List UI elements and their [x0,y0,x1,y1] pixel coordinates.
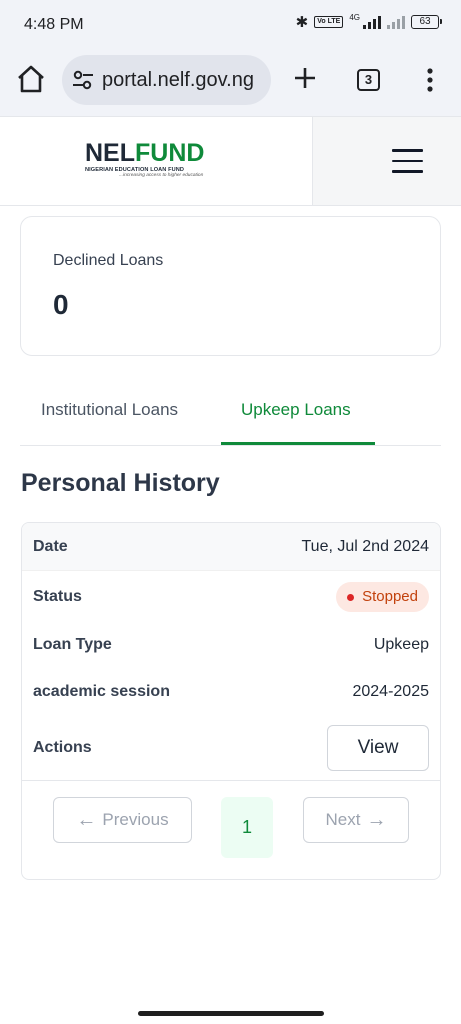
declined-loans-label: Declined Loans [53,252,164,269]
history-row-date: Date Tue, Jul 2nd 2024 [22,523,440,571]
view-button[interactable]: View [327,725,429,771]
status-dot-icon [347,593,355,601]
loan-type-label: Loan Type [33,636,112,653]
tune-icon[interactable] [72,70,94,90]
signal-icon [363,15,381,29]
date-value: Tue, Jul 2nd 2024 [301,538,430,555]
status-time: 4:48 PM [24,16,84,33]
logo-fund: FUND [135,139,205,167]
history-card: Date Tue, Jul 2nd 2024 Status Stopped Lo… [21,522,441,880]
plus-icon[interactable] [290,63,320,93]
previous-label: Previous [102,810,169,829]
declined-loans-value: 0 [53,289,69,320]
next-button[interactable]: Next → [303,797,409,843]
status-icons: ✱ Vo LTE 4G 63 [295,13,442,31]
date-label: Date [33,538,68,555]
pagination: ← Previous 1 Next → [22,781,440,879]
bluetooth-icon: ✱ [295,14,309,31]
active-tab-indicator [221,442,375,445]
network-type: 4G [349,13,360,22]
volte-icon: Vo LTE [314,16,344,28]
site-header: NELFUND NIGERIAN EDUCATION LOAN FUND ...… [0,116,461,206]
logo-nel: NEL [85,139,135,167]
hamburger-icon[interactable] [392,149,423,173]
battery-icon: 63 [411,15,442,29]
logo-tagline: ...increasing access to higher education [119,173,204,178]
tabs-icon[interactable]: 3 [357,69,380,91]
loan-type-value: Upkeep [373,636,429,653]
nelfund-logo[interactable]: NELFUND NIGERIAN EDUCATION LOAN FUND ...… [85,140,215,186]
next-label: Next [325,810,361,829]
menu-toggle[interactable] [312,117,461,205]
history-row-actions: Actions View [22,717,440,781]
arrow-left-icon: ← [76,809,97,831]
session-label: academic session [33,683,170,700]
signal-icon-secondary [387,15,405,29]
declined-loans-card: Declined Loans 0 [20,216,441,356]
previous-button[interactable]: ← Previous [53,797,192,843]
history-row-session: academic session 2024-2025 [22,669,440,717]
actions-label: Actions [33,739,92,756]
url-text: portal.nelf.gov.ng [102,69,254,91]
home-icon[interactable] [14,62,48,96]
loan-tabs: Institutional Loans Upkeep Loans [20,378,441,446]
page-number-current[interactable]: 1 [221,797,273,858]
section-title: Personal History [21,469,220,497]
status-bar: 4:48 PM ✱ Vo LTE 4G 63 [0,0,461,48]
browser-toolbar: portal.nelf.gov.ng 3 [0,48,461,116]
status-badge: Stopped [336,582,429,612]
status-label: Status [33,588,82,605]
session-value: 2024-2025 [352,683,429,700]
home-indicator[interactable] [138,1011,324,1016]
arrow-right-icon: → [366,809,387,831]
more-vert-icon[interactable] [420,65,440,95]
tab-institutional-loans[interactable]: Institutional Loans [41,400,178,420]
history-row-loan-type: Loan Type Upkeep [22,621,440,669]
history-row-status: Status Stopped [22,571,440,621]
tab-upkeep-loans[interactable]: Upkeep Loans [241,400,351,420]
address-bar[interactable]: portal.nelf.gov.ng [62,55,271,105]
status-badge-text: Stopped [362,588,418,605]
